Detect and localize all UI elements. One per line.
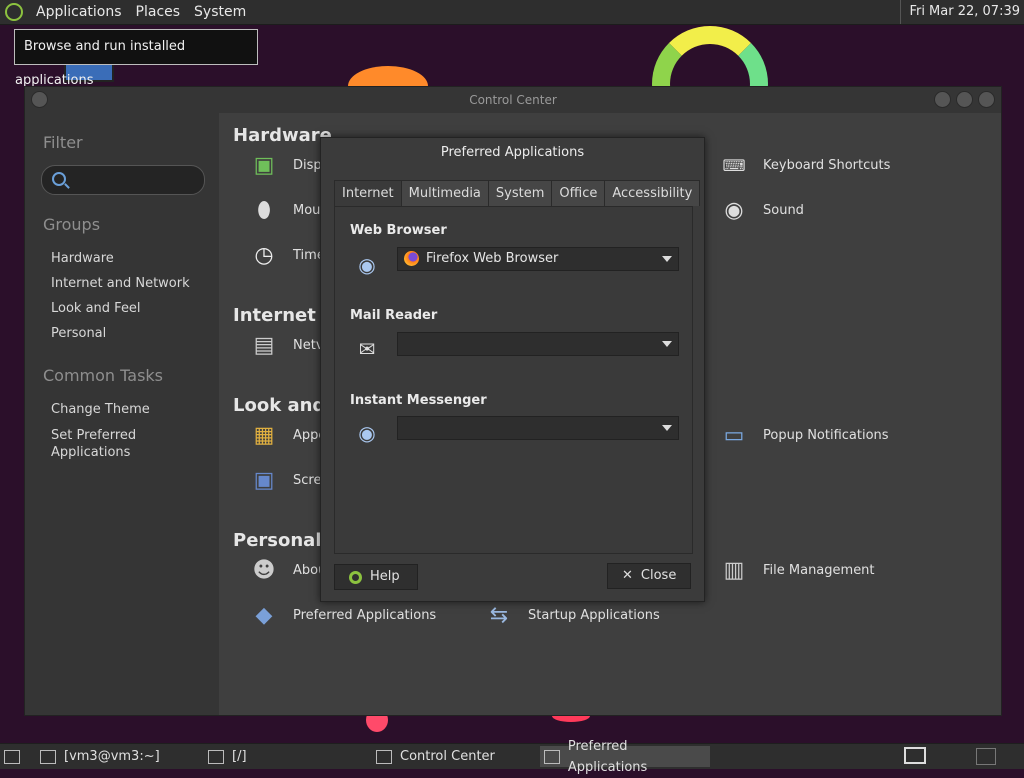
tab-internet[interactable]: Internet: [334, 180, 402, 207]
item-popup-notifications[interactable]: ▭ Popup Notifications: [719, 419, 889, 451]
search-icon: [52, 172, 66, 186]
common-tasks-heading: Common Tasks: [43, 366, 164, 385]
item-screensaver[interactable]: ▣ Scre: [249, 464, 322, 496]
tab-office[interactable]: Office: [551, 180, 606, 206]
task-set-preferred-apps[interactable]: Set Preferred Applications: [51, 427, 161, 461]
places-menu[interactable]: Places: [129, 4, 188, 20]
preferred-apps-icon: ◆: [255, 602, 273, 628]
menu-logo-icon[interactable]: [5, 3, 23, 21]
user-icon: ☻: [252, 557, 276, 583]
item-display[interactable]: ▣ Disp: [249, 149, 322, 181]
show-desktop-icon: [4, 749, 20, 764]
chevron-down-icon: [662, 341, 672, 347]
section-hardware: Hardware: [233, 125, 332, 146]
preferred-apps-icon: [544, 749, 560, 764]
top-panel: Applications Places System Fri Mar 22, 0…: [0, 0, 1024, 25]
tab-accessibility[interactable]: Accessibility: [604, 180, 701, 206]
close-button[interactable]: ✕ Close: [607, 563, 691, 589]
display-icon: ▣: [253, 152, 275, 178]
help-button[interactable]: Help: [334, 564, 418, 590]
show-desktop-button[interactable]: [4, 746, 28, 767]
item-time[interactable]: ◷ Time: [249, 239, 324, 271]
clock-icon: ◷: [254, 242, 274, 268]
taskbar-preferred-applications[interactable]: Preferred Applications: [540, 739, 710, 775]
close-icon: ✕: [622, 568, 633, 583]
panel-clock[interactable]: Fri Mar 22, 07:39: [900, 0, 1020, 24]
item-sound[interactable]: ◉ Sound: [719, 194, 804, 226]
startup-icon: ⇆: [489, 602, 509, 628]
sidebar: Filter Groups Hardware Internet and Netw…: [25, 113, 219, 715]
taskbar-file-manager[interactable]: [/]: [208, 746, 368, 767]
item-mouse[interactable]: ⬮ Mou: [249, 194, 320, 226]
workspace-1[interactable]: [904, 747, 926, 764]
item-about-me[interactable]: ☻ Abou: [249, 554, 327, 586]
folder-icon: [208, 749, 224, 764]
item-startup-applications[interactable]: ⇆ Startup Applications: [484, 599, 660, 631]
dialog-title: Preferred Applications: [440, 145, 585, 160]
screensaver-icon: ▣: [253, 467, 275, 493]
internet-tab-panel: Web Browser ◉ Firefox Web Browser Mail R…: [334, 206, 693, 554]
item-network[interactable]: ▤ Netv: [249, 329, 324, 361]
instant-messenger-label: Instant Messenger: [350, 393, 487, 408]
preferred-applications-dialog: Preferred Applications Internet Multimed…: [320, 137, 705, 602]
speaker-icon: ◉: [724, 197, 744, 223]
notification-icon: ▭: [723, 422, 745, 448]
control-center-icon: [376, 749, 392, 764]
mouse-icon: ⬮: [257, 197, 271, 223]
web-browser-icon: ◉: [358, 253, 376, 277]
keyboard-icon: ⌨: [722, 155, 746, 175]
minimize-button[interactable]: [934, 91, 951, 108]
appearance-icon: ▦: [253, 422, 275, 448]
group-internet-network[interactable]: Internet and Network: [51, 276, 190, 291]
mail-reader-select[interactable]: [397, 332, 679, 356]
item-file-management[interactable]: ▥ File Management: [719, 554, 875, 586]
section-personal: Personal: [233, 530, 322, 551]
maximize-button[interactable]: [956, 91, 973, 108]
mail-reader-label: Mail Reader: [350, 308, 438, 323]
item-keyboard-shortcuts[interactable]: ⌨ Keyboard Shortcuts: [719, 149, 890, 181]
filter-search-input[interactable]: [41, 165, 205, 195]
terminal-icon: [40, 749, 56, 764]
filter-heading: Filter: [43, 133, 83, 152]
task-change-theme[interactable]: Change Theme: [51, 402, 150, 417]
network-icon: ▤: [253, 332, 275, 358]
instant-messenger-select[interactable]: [397, 416, 679, 440]
close-window-button[interactable]: [978, 91, 995, 108]
firefox-icon: [404, 251, 419, 266]
taskbar-terminal[interactable]: [vm3@vm3:~]: [40, 746, 200, 767]
help-icon: [349, 570, 362, 584]
group-personal[interactable]: Personal: [51, 326, 106, 341]
window-menu-button[interactable]: [31, 91, 48, 108]
item-appearance[interactable]: ▦ Appe: [249, 419, 327, 451]
item-preferred-applications[interactable]: ◆ Preferred Applications: [249, 599, 437, 631]
taskbar-control-center[interactable]: Control Center: [376, 746, 536, 767]
group-look-feel[interactable]: Look and Feel: [51, 301, 141, 316]
bottom-panel: [vm3@vm3:~] [/] Control Center Preferred…: [0, 739, 1024, 775]
tab-system[interactable]: System: [487, 180, 553, 206]
group-hardware[interactable]: Hardware: [51, 251, 114, 266]
workspace-2[interactable]: [976, 748, 996, 765]
system-menu[interactable]: System: [187, 4, 253, 20]
tab-multimedia[interactable]: Multimedia: [400, 180, 489, 206]
chevron-down-icon: [662, 425, 672, 431]
tab-bar: Internet Multimedia System Office Access…: [334, 180, 701, 207]
window-title: Control Center: [25, 87, 1001, 113]
applications-tooltip: Browse and run installed applications: [14, 29, 258, 88]
applications-menu[interactable]: Applications: [29, 4, 129, 20]
chevron-down-icon: [662, 256, 672, 262]
groups-heading: Groups: [43, 215, 101, 234]
mail-icon: ✉: [358, 337, 376, 361]
web-browser-label: Web Browser: [350, 223, 447, 238]
web-browser-select[interactable]: Firefox Web Browser: [397, 247, 679, 271]
messenger-icon: ◉: [358, 421, 376, 445]
file-cabinet-icon: ▥: [723, 557, 745, 583]
